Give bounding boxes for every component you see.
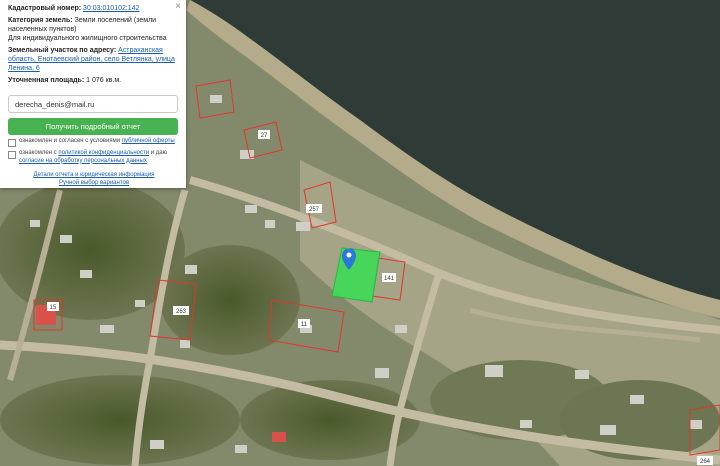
- lot-number: 257: [309, 207, 320, 213]
- land-category-row: Категория земель: Земли поселений (земли…: [8, 16, 180, 43]
- lot-label: 264: [697, 456, 713, 465]
- vegetation-patch: [160, 245, 300, 355]
- close-icon[interactable]: ×: [175, 2, 181, 12]
- cadastral-number-link[interactable]: 30:03:010102:142: [83, 5, 139, 12]
- lot-number: 263: [176, 309, 187, 315]
- area-value: 1 076 кв.м.: [86, 77, 122, 84]
- cadastral-info-panel: × Кадастровый номер: 30:03:010102:142 Ка…: [0, 0, 186, 188]
- lot-number: 141: [384, 276, 395, 282]
- offer-link[interactable]: публичной оферты: [122, 138, 175, 144]
- lot-number: 11: [301, 322, 308, 328]
- lot-label: 263: [173, 306, 189, 315]
- report-details-link[interactable]: Детали отчета и юридическая информация: [8, 171, 180, 179]
- offer-consent-checkbox[interactable]: ознакомлен и согласен с условиями публич…: [8, 138, 180, 147]
- lot-number: 264: [700, 459, 711, 465]
- lot-label: 141: [382, 273, 396, 282]
- cadastral-number-label: Кадастровый номер:: [8, 5, 82, 12]
- personal-data-link[interactable]: согласие на обработку персональных данны…: [19, 158, 147, 164]
- lot-number: 27: [261, 133, 268, 139]
- lot-label: 15: [47, 302, 59, 311]
- privacy-consent-text: ознакомлен с: [19, 150, 57, 156]
- manual-selection-link[interactable]: Ручной выбор вариантов: [8, 179, 180, 187]
- vegetation-patch: [0, 375, 240, 465]
- area-label: Уточненная площадь:: [8, 77, 85, 84]
- address-row: Земельный участок по адресу: Астраханска…: [8, 46, 180, 73]
- land-category-label: Категория земель:: [8, 17, 73, 24]
- lot-number: 15: [50, 305, 57, 311]
- lot-label: 11: [298, 319, 310, 328]
- land-use-value: Для индивидуального жилищного строительс…: [8, 35, 167, 42]
- cadastral-number-row: Кадастровый номер: 30:03:010102:142: [8, 4, 180, 13]
- privacy-consent-mid: и даю: [150, 150, 168, 156]
- panel-footer: Детали отчета и юридическая информация Р…: [8, 171, 180, 187]
- privacy-policy-link[interactable]: политикой конфиденциальности: [58, 150, 149, 156]
- address-label: Земельный участок по адресу:: [8, 47, 117, 54]
- offer-consent-text: ознакомлен и согласен с условиями: [19, 138, 121, 144]
- privacy-consent-checkbox[interactable]: ознакомлен с политикой конфиденциальност…: [8, 150, 180, 165]
- get-report-button[interactable]: Получить подробный отчет: [8, 118, 178, 135]
- lot-label: 257: [306, 204, 322, 213]
- lot-label: 27: [258, 130, 270, 139]
- area-row: Уточненная площадь: 1 076 кв.м.: [8, 76, 180, 85]
- checkbox-icon[interactable]: [8, 139, 16, 147]
- red-roof-building: [272, 432, 286, 442]
- email-field[interactable]: [8, 95, 178, 113]
- checkbox-icon[interactable]: [8, 151, 16, 159]
